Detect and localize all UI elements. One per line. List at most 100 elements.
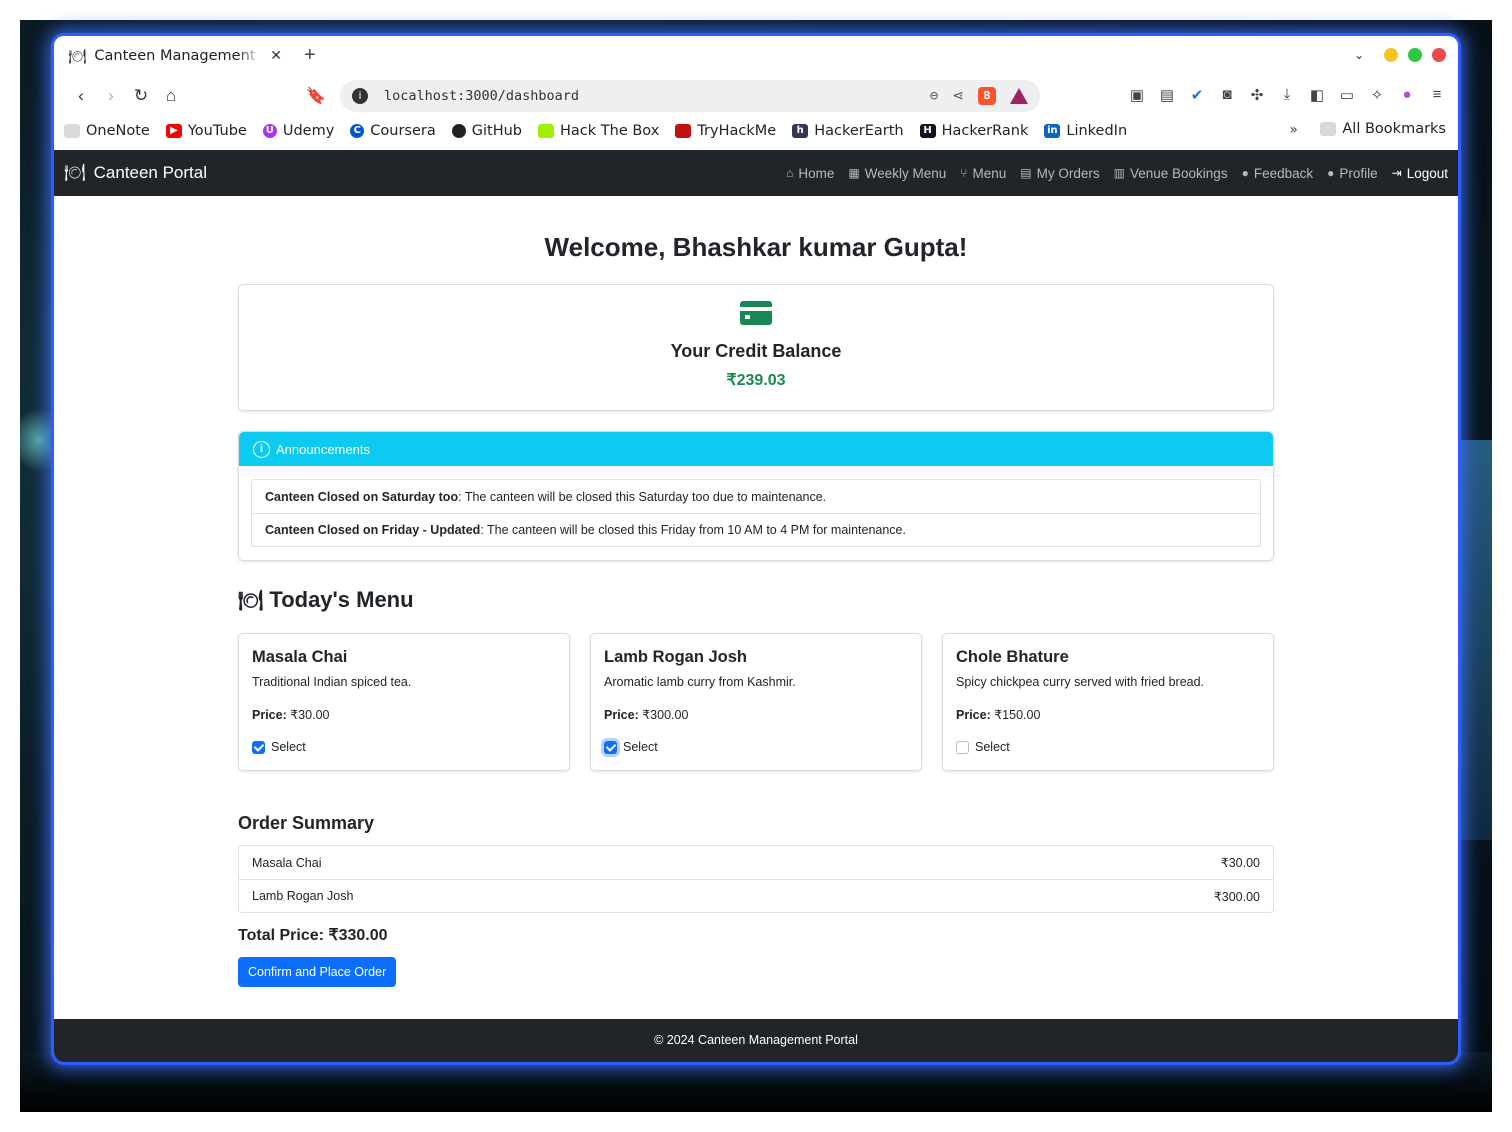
nav-weekly-menu[interactable]: ▦ Weekly Menu <box>848 166 946 181</box>
select-checkbox[interactable] <box>604 740 617 754</box>
tab-canteen[interactable]: 🍽 Canteen Management P ✕ <box>58 40 292 72</box>
bookmark-coursera[interactable]: C Coursera <box>350 123 436 139</box>
bookmark-github[interactable]: GitHub <box>451 123 523 139</box>
credit-amount: ₹239.03 <box>726 372 786 389</box>
page-content: Welcome, Bhashkar kumar Gupta! Your Cred… <box>54 196 1458 1019</box>
close-tab-icon[interactable]: ✕ <box>270 48 282 64</box>
nav-home[interactable]: ⌂ Home <box>786 166 834 181</box>
announcement-list: Canteen Closed on Saturday too: The cant… <box>251 479 1261 547</box>
bookmark-linkedin[interactable]: in LinkedIn <box>1044 123 1127 139</box>
confirm-order-button[interactable]: Confirm and Place Order <box>238 957 397 987</box>
price-value: ₹150.00 <box>994 708 1041 722</box>
price-value: ₹30.00 <box>290 708 330 722</box>
all-bookmarks[interactable]: All Bookmarks <box>1320 121 1446 137</box>
bookmark-youtube[interactable]: ▶ YouTube <box>165 123 247 139</box>
camera-icon[interactable]: ◙ <box>1218 86 1236 104</box>
url-text[interactable]: localhost:3000/dashboard <box>384 88 930 104</box>
summary-row: Lamb Rogan Josh ₹300.00 <box>239 879 1273 912</box>
nav-feedback[interactable]: ● Feedback <box>1242 166 1314 181</box>
check-extension-icon[interactable]: ✔ <box>1188 86 1206 104</box>
hackthebox-icon <box>538 124 555 138</box>
share-icon[interactable]: ⋖ <box>952 88 964 104</box>
announcements-title: Announcements <box>276 441 370 457</box>
menu-icon[interactable]: ≡ <box>1428 86 1446 104</box>
bookmark-hackerearth[interactable]: h HackerEarth <box>792 123 904 139</box>
menu-item-price: Price: ₹150.00 <box>956 707 1260 722</box>
select-checkbox-row[interactable]: Select <box>604 740 908 754</box>
bookmark-icon[interactable]: 🔖 <box>306 86 326 106</box>
background-glow <box>1452 440 1492 840</box>
summary-item-name: Masala Chai <box>252 855 322 870</box>
folder-icon <box>1320 122 1337 136</box>
bookmark-label: GitHub <box>471 123 523 139</box>
nav-logout[interactable]: ⇥ Logout <box>1392 166 1448 181</box>
welcome-prefix: Welcome, <box>544 232 673 262</box>
close-window-button[interactable] <box>1432 48 1446 62</box>
building-icon: ▥ <box>1113 166 1125 180</box>
zoom-icon[interactable]: ⊖ <box>930 88 938 104</box>
bookmark-hackthebox[interactable]: Hack The Box <box>538 123 659 139</box>
nav-menu[interactable]: ⑂ Menu <box>960 166 1006 181</box>
extension-icon[interactable]: ▤ <box>1158 86 1176 104</box>
vpn-icon[interactable]: ● <box>1398 86 1416 104</box>
summary-item-price: ₹300.00 <box>1213 889 1260 904</box>
menu-item-description: Aromatic lamb curry from Kashmir. <box>604 675 796 689</box>
youtube-icon: ▶ <box>165 124 182 138</box>
nav-venue-bookings[interactable]: ▥ Venue Bookings <box>1114 166 1228 181</box>
announcements-card: i Announcements Canteen Closed on Saturd… <box>238 431 1274 561</box>
leo-ai-icon[interactable]: ✧ <box>1368 86 1386 104</box>
new-tab-button[interactable]: + <box>304 44 316 67</box>
site-info-icon[interactable]: i <box>352 88 368 104</box>
brand[interactable]: 🍽 Canteen Portal <box>64 163 207 183</box>
nav-label: Logout <box>1406 165 1448 181</box>
tab-search-chevron-icon[interactable]: ⌄ <box>1354 48 1364 62</box>
more-bookmarks-icon[interactable]: » <box>1289 122 1298 138</box>
price-label: Price: <box>604 708 639 722</box>
menu-item-name: Masala Chai <box>252 648 348 666</box>
bookmark-tryhackme[interactable]: TryHackMe <box>675 123 776 139</box>
list-icon: ▤ <box>1020 166 1032 180</box>
back-icon[interactable]: ‹ <box>66 86 96 106</box>
calendar-icon: ▦ <box>848 166 860 180</box>
maximize-button[interactable] <box>1408 48 1422 62</box>
nav-my-orders[interactable]: ▤ My Orders <box>1020 166 1099 181</box>
nav-label: Venue Bookings <box>1129 165 1228 181</box>
select-checkbox[interactable] <box>252 740 265 754</box>
plate-icon: 🍽 <box>64 163 86 182</box>
page-footer: © 2024 Canteen Management Portal <box>54 1019 1458 1062</box>
tab-strip: 🍽 Canteen Management P ✕ + ⌄ <box>54 36 1458 76</box>
select-checkbox-row[interactable]: Select <box>956 740 1260 754</box>
order-summary-heading: Order Summary <box>238 813 375 833</box>
brave-rewards-icon[interactable] <box>1010 88 1028 104</box>
download-icon[interactable]: ⤓ <box>1278 86 1296 104</box>
bookmark-onenote[interactable]: OneNote <box>64 123 150 139</box>
home-icon[interactable]: ⌂ <box>156 86 186 106</box>
address-bar[interactable]: i localhost:3000/dashboard ⊖ ⋖ B <box>340 80 1040 112</box>
minimize-button[interactable] <box>1384 48 1398 62</box>
puzzle-icon[interactable]: ✣ <box>1248 86 1266 104</box>
bookmarks-bar: OneNote ▶ YouTube U Udemy C Coursera GitHub… <box>54 116 1458 146</box>
forward-icon[interactable]: › <box>96 86 126 106</box>
brave-shields-icon[interactable]: B <box>978 87 996 105</box>
menu-item-card: Masala Chai Traditional Indian spiced te… <box>238 633 570 771</box>
announcement-title: Canteen Closed on Friday - Updated <box>265 523 481 537</box>
nav-links: ⌂ Home ▦ Weekly Menu ⑂ Menu ▤ My Orders ▥ Ven… <box>786 166 1448 181</box>
window-controls: ⌄ <box>1354 48 1446 62</box>
bookmark-udemy[interactable]: U Udemy <box>262 123 334 139</box>
extensions-area: ▣ ▤ ✔ ◙ ✣ ⤓ ◧ ▭ ✧ ● ≡ <box>1128 86 1446 104</box>
todays-menu-heading: 🍽 Today's Menu <box>238 585 1274 615</box>
bookmark-label: Hack The Box <box>560 123 660 139</box>
extension-icon[interactable]: ▣ <box>1128 86 1146 104</box>
select-checkbox-row[interactable]: Select <box>252 740 556 754</box>
nav-profile[interactable]: ● Profile <box>1327 166 1378 181</box>
sidebar-icon[interactable]: ◧ <box>1308 86 1326 104</box>
select-checkbox[interactable] <box>956 740 969 754</box>
bookmark-label: Coursera <box>370 123 436 139</box>
nav-label: Menu <box>972 165 1007 181</box>
reload-icon[interactable]: ↻ <box>126 86 156 106</box>
all-bookmarks-label: All Bookmarks <box>1342 121 1446 137</box>
bookmark-hackerrank[interactable]: H HackerRank <box>919 123 1028 139</box>
main-container: Welcome, Bhashkar kumar Gupta! Your Cred… <box>238 196 1274 987</box>
nav-label: Weekly Menu <box>864 165 947 181</box>
wallet-icon[interactable]: ▭ <box>1338 86 1356 104</box>
